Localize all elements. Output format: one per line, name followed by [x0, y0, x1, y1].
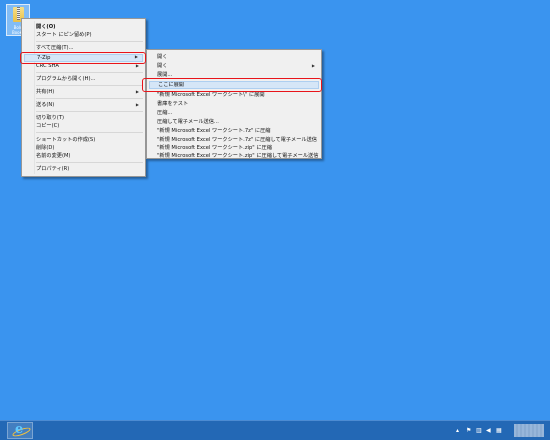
volume-icon[interactable]: ◀	[486, 426, 491, 436]
submenu-arrow-icon: ▶	[311, 63, 315, 68]
menu-item-properties[interactable]: プロパティ(R)	[24, 165, 143, 173]
menu-item-create-shortcut[interactable]: ショートカットの作成(S)	[24, 136, 143, 144]
submenu-item-compress-7z-email[interactable]: "新規 Microsoft Excel ワークシート.7z" に圧縮して電子メー…	[149, 136, 319, 144]
clock[interactable]	[514, 424, 544, 437]
submenu-item-compress-7z[interactable]: "新規 Microsoft Excel ワークシート.7z" に圧縮	[149, 127, 319, 135]
menu-item-rename[interactable]: 名前の変更(M)	[24, 152, 143, 160]
submenu-arrow-icon: ▶	[135, 102, 139, 107]
menu-separator	[36, 111, 143, 112]
ime-icon[interactable]: ▦	[496, 426, 502, 436]
submenu-item-compress-zip-email[interactable]: "新規 Microsoft Excel ワークシート.zip" に圧縮して電子メ…	[149, 152, 319, 160]
submenu-item-open[interactable]: 開く	[149, 53, 319, 61]
menu-separator	[36, 72, 143, 73]
annotation-box-7zip	[20, 52, 146, 64]
menu-separator	[36, 132, 143, 133]
ie-icon[interactable]: e	[7, 422, 33, 439]
menu-item-copy[interactable]: コピー(C)	[24, 122, 143, 130]
menu-item-cut[interactable]: 切り取り(T)	[24, 114, 143, 122]
menu-item-send-to[interactable]: 送る(N) ▶	[24, 101, 143, 109]
annotation-box-extract-here	[142, 78, 322, 92]
submenu-item-open-sub[interactable]: 開く ▶	[149, 62, 319, 70]
submenu-item-compress[interactable]: 圧縮...	[149, 109, 319, 117]
submenu-item-compress-email[interactable]: 圧縮して電子メール送信...	[149, 118, 319, 126]
menu-separator	[36, 85, 143, 86]
taskbar: e ▴ ⚑ ▥ ◀ ▦	[0, 420, 550, 440]
menu-item-pin-to-start[interactable]: スタート にピン留め(P)	[24, 31, 143, 39]
menu-separator	[36, 98, 143, 99]
submenu-item-extract-to-folder[interactable]: "新規 Microsoft Excel ワークシート\" に展開	[149, 91, 319, 99]
7zip-submenu: 開く 開く ▶ 展開... ここに展開 "新規 Microsoft Excel ワ…	[146, 49, 322, 159]
flag-icon[interactable]: ⚑	[466, 426, 471, 436]
context-menu: 開く(O) スタート にピン留め(P) すべて圧縮(T)... 7-Zip ▶ C…	[21, 18, 146, 177]
submenu-item-compress-zip[interactable]: "新規 Microsoft Excel ワークシート.zip" に圧縮	[149, 144, 319, 152]
menu-item-share[interactable]: 共有(H) ▶	[24, 88, 143, 96]
menu-item-extract-all[interactable]: すべて圧縮(T)...	[24, 44, 143, 52]
up-arrow-icon[interactable]: ▴	[456, 426, 459, 436]
submenu-item-test-archive[interactable]: 書庫をテスト	[149, 100, 319, 108]
menu-item-open[interactable]: 開く(O)	[24, 23, 143, 31]
menu-separator	[36, 41, 143, 42]
menu-separator	[36, 162, 143, 163]
menu-item-delete[interactable]: 削除(D)	[24, 144, 143, 152]
menu-item-open-with[interactable]: プログラムから開く(H)...	[24, 75, 143, 83]
network-icon[interactable]: ▥	[476, 426, 482, 436]
submenu-arrow-icon: ▶	[135, 89, 139, 94]
